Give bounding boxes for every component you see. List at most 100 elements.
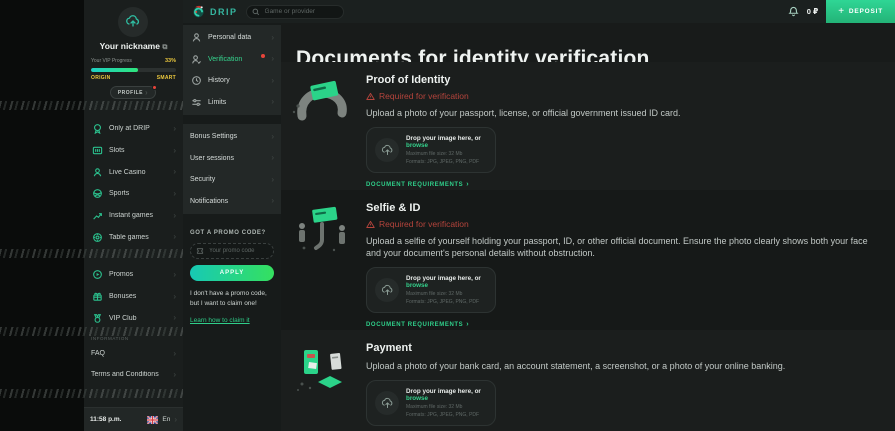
warning-triangle-icon xyxy=(366,220,375,229)
chevron-right-icon: › xyxy=(173,168,176,176)
upload-dropzone[interactable]: Drop your image here, or browse Maximum … xyxy=(366,267,496,313)
section-description: Upload a selfie of yourself holding your… xyxy=(366,235,879,259)
chevron-right-icon: › xyxy=(271,133,274,141)
upload-dropzone[interactable]: Drop your image here, or browse Maximum … xyxy=(366,127,496,173)
upload-text: Drop your image here, or browse Maximum … xyxy=(406,135,487,165)
left-gutter xyxy=(0,0,84,431)
browse-link[interactable]: browse xyxy=(406,282,428,289)
information-section-label: INFORMATION xyxy=(91,336,129,341)
chevron-right-icon: › xyxy=(173,125,176,133)
account-menu-group-1: Personal data› Verification › History› L… xyxy=(183,25,281,115)
chevron-right-icon: › xyxy=(173,371,176,379)
search-input[interactable] xyxy=(263,7,338,16)
section-title: Proof of Identity xyxy=(366,74,879,86)
chevron-right-icon: › xyxy=(271,55,274,63)
warning-triangle-icon xyxy=(366,92,375,101)
selfie-illustration xyxy=(281,190,363,330)
sidebar-item-table-games[interactable]: Table games› xyxy=(84,226,183,248)
bell-icon[interactable] xyxy=(788,6,799,17)
menu-item-verification[interactable]: Verification › xyxy=(183,49,281,71)
vip-progress-label: Your VIP Progress xyxy=(91,58,132,64)
sidebar-item-label: Instant games xyxy=(109,212,167,219)
section-selfie-id: Selfie & ID Required for verification Up… xyxy=(281,190,895,330)
sidebar-item-live-casino[interactable]: Live Casino› xyxy=(84,161,183,183)
user-icon xyxy=(190,32,202,44)
profile-button[interactable]: PROFILE › xyxy=(110,86,156,99)
sidebar-info-menu: FAQ› Terms and Conditions› xyxy=(84,343,183,385)
max-size-text: Maximum file size: 32 Mb xyxy=(406,151,487,157)
menu-item-notifications[interactable]: Notifications› xyxy=(183,191,281,213)
sidebar-item-bonuses[interactable]: Bonuses› xyxy=(84,286,183,308)
deposit-button[interactable]: + DEPOSIT xyxy=(826,0,895,23)
chevron-right-icon: › xyxy=(173,190,176,198)
balance-amount[interactable]: 0 ₽ xyxy=(807,7,818,16)
menu-item-limits[interactable]: Limits› xyxy=(183,92,281,114)
passport-illustration xyxy=(281,62,363,190)
sports-ball-icon xyxy=(91,188,103,200)
chevron-right-icon: › xyxy=(271,154,274,162)
menu-item-user-sessions[interactable]: User sessions› xyxy=(183,148,281,170)
sidebar-item-label: Slots xyxy=(109,147,167,154)
menu-item-bonus-settings[interactable]: Bonus Settings› xyxy=(183,126,281,148)
search-icon xyxy=(252,8,260,16)
formats-text: Formats: JPG, JPEG, PNG, PDF xyxy=(406,159,487,165)
sidebar-item-promos[interactable]: Promos› xyxy=(84,264,183,286)
promo-claim-link[interactable]: Learn how to claim it xyxy=(190,317,250,324)
section-title: Selfie & ID xyxy=(366,202,879,214)
required-label: Required for verification xyxy=(379,219,469,229)
nickname: Your nickname xyxy=(100,41,160,51)
nickname-row: Your nickname ⧉ xyxy=(84,41,183,52)
payment-illustration xyxy=(281,330,363,431)
user-check-icon xyxy=(190,53,202,65)
menu-item-security[interactable]: Security› xyxy=(183,169,281,191)
account-menu-group-2: Bonus Settings› User sessions› Security›… xyxy=(183,124,281,214)
drop-text: Drop your image here, or xyxy=(406,275,481,282)
browse-link[interactable]: browse xyxy=(406,142,428,149)
upload-cloud-icon xyxy=(375,391,399,415)
chevron-right-icon[interactable]: › xyxy=(174,416,177,424)
sidebar-item-faq[interactable]: FAQ› xyxy=(84,343,183,364)
document-requirements-link[interactable]: DOCUMENT REQUIREMENTS› xyxy=(366,181,879,188)
garland-divider xyxy=(0,101,183,110)
brand-logo[interactable]: DRIP xyxy=(183,4,246,19)
sidebar-item-slots[interactable]: Slots› xyxy=(84,140,183,162)
clock-time: 11:58 p.m. xyxy=(90,416,143,423)
sidebar-item-vip-club[interactable]: VIP Club› xyxy=(84,307,183,329)
menu-item-label: Verification xyxy=(208,56,259,63)
promo-code-widget: GOT A PROMO CODE? APPLY I don't have a p… xyxy=(190,230,274,327)
brand-name: DRIP xyxy=(210,7,238,17)
chevron-right-icon: › xyxy=(173,233,176,241)
sidebar-item-only-at-drip[interactable]: Only at DRIP› xyxy=(84,118,183,140)
vip-level-from: ORIGIN xyxy=(91,75,111,81)
document-requirements-label: DOCUMENT REQUIREMENTS xyxy=(366,322,463,328)
drop-text: Drop your image here, or xyxy=(406,388,481,395)
document-requirements-link[interactable]: DOCUMENT REQUIREMENTS› xyxy=(366,321,879,328)
menu-item-personal-data[interactable]: Personal data› xyxy=(183,27,281,49)
notification-dot xyxy=(152,85,157,90)
menu-item-history[interactable]: History› xyxy=(183,70,281,92)
apply-promo-button[interactable]: APPLY xyxy=(190,265,274,281)
menu-item-label: Security xyxy=(190,176,265,183)
required-line: Required for verification xyxy=(366,219,879,229)
browse-link[interactable]: browse xyxy=(406,395,428,402)
sidebar-item-sports[interactable]: Sports› xyxy=(84,183,183,205)
sidebar-item-terms[interactable]: Terms and Conditions› xyxy=(84,364,183,385)
search-box[interactable] xyxy=(246,5,344,19)
promo-code-input[interactable] xyxy=(207,247,268,255)
edit-icon[interactable]: ⧉ xyxy=(162,44,167,51)
instant-games-icon xyxy=(91,210,103,222)
table-games-icon xyxy=(91,231,103,243)
account-menu: Personal data› Verification › History› L… xyxy=(183,23,281,431)
drip-casino-app: Your nickname ⧉ Your VIP Progress 33% OR… xyxy=(0,0,895,431)
upload-dropzone[interactable]: Drop your image here, or browse Maximum … xyxy=(366,380,496,426)
vip-levels-row: ORIGIN SMART xyxy=(91,75,176,81)
chevron-right-icon: › xyxy=(271,98,274,106)
formats-text: Formats: JPG, JPEG, PNG, PDF xyxy=(406,299,487,305)
language-selector[interactable]: En xyxy=(162,416,170,423)
sidebar-item-instant-games[interactable]: Instant games› xyxy=(84,205,183,227)
garland-divider xyxy=(0,327,183,336)
section-description: Upload a photo of your bank card, an acc… xyxy=(366,360,879,372)
top-header: DRIP 0 ₽ + DEPOSIT xyxy=(183,0,895,23)
drop-text: Drop your image here, or xyxy=(406,135,481,142)
avatar[interactable] xyxy=(118,7,148,37)
